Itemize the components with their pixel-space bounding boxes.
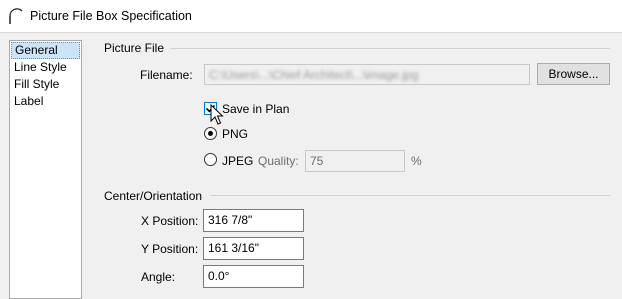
quality-label: Quality:	[258, 154, 299, 168]
browse-button[interactable]: Browse...	[537, 63, 610, 85]
x-position-label: X Position:	[141, 214, 199, 228]
center-orientation-heading: Center/Orientation	[104, 189, 203, 203]
y-position-label: Y Position:	[141, 242, 199, 256]
nav-item-line-style[interactable]: Line Style	[10, 59, 81, 76]
angle-label: Angle:	[141, 270, 176, 284]
window-title: Picture File Box Specification	[30, 9, 192, 23]
y-position-input[interactable]: 161 3/16"	[203, 237, 304, 260]
quality-field[interactable]: 75	[305, 150, 405, 172]
nav-item-label[interactable]: Label	[10, 93, 81, 110]
x-position-input[interactable]: 316 7/8"	[203, 209, 304, 232]
png-label[interactable]: PNG	[222, 127, 248, 141]
nav-item-general[interactable]: General	[11, 42, 80, 59]
jpeg-label[interactable]: JPEG	[222, 154, 253, 168]
title-bar: Picture File Box Specification	[0, 0, 622, 33]
filename-field[interactable]: C:\Users\...\Chief Architect\...\image.j…	[204, 64, 530, 85]
jpeg-radio[interactable]	[204, 153, 217, 166]
filename-value: C:\Users\...\Chief Architect\...\image.j…	[209, 68, 419, 82]
nav-item-fill-style[interactable]: Fill Style	[10, 76, 81, 93]
angle-input[interactable]: 0.0°	[203, 265, 304, 288]
radio-selected-dot	[208, 131, 213, 136]
category-list[interactable]: General Line Style Fill Style Label	[9, 40, 82, 299]
picture-file-heading: Picture File	[104, 41, 165, 55]
mouse-cursor-icon	[210, 104, 224, 125]
section-divider	[210, 195, 610, 196]
png-radio[interactable]	[204, 127, 217, 140]
arc-icon	[9, 8, 23, 24]
section-divider	[170, 48, 610, 49]
save-in-plan-label[interactable]: Save in Plan	[222, 102, 289, 116]
percent-label: %	[411, 154, 422, 168]
filename-label: Filename:	[140, 68, 193, 82]
